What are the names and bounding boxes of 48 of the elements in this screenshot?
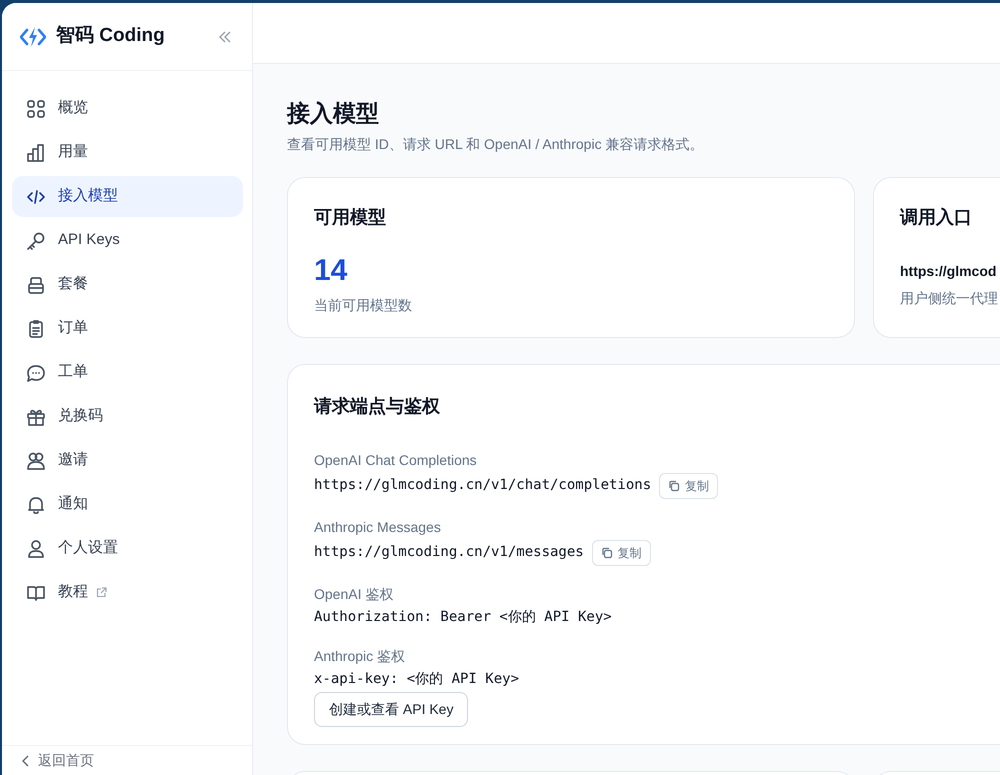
sidebar-item[interactable]: 工单	[12, 352, 243, 393]
sidebar-item[interactable]: 教程	[12, 572, 243, 613]
back-home-link[interactable]: 返回首页	[38, 750, 94, 771]
page-subtitle: 查看可用模型 ID、请求 URL 和 OpenAI / Anthropic 兼容请求格式。	[287, 134, 704, 154]
api-key-button[interactable]: 创建或查看 API Key	[314, 692, 468, 727]
logo-icon	[20, 26, 46, 48]
stat-value: 14	[314, 252, 348, 289]
chevron-left-icon	[22, 754, 30, 766]
chat-icon	[26, 362, 46, 382]
field-label: Anthropic 鉴权	[314, 646, 406, 666]
sidebar-item[interactable]: 套餐	[12, 264, 243, 305]
field-label: OpenAI Chat Completions	[314, 450, 478, 470]
copy-icon	[600, 546, 613, 559]
sidebar-item[interactable]: 兑换码	[12, 396, 243, 437]
sidebar-item[interactable]: API Keys	[12, 220, 243, 261]
key-icon	[26, 230, 46, 250]
sidebar-item[interactable]: 通知	[12, 484, 243, 525]
stat-caption: 当前可用模型数	[314, 296, 413, 315]
card-title: 可用模型	[314, 206, 387, 229]
sidebar-item[interactable]: 接入模型	[12, 176, 243, 217]
sidebar-item[interactable]: 用量	[12, 132, 243, 173]
endpoint-value: https://glmcoding.cn/v1/messages	[314, 543, 584, 562]
bell-icon	[26, 494, 46, 514]
copy-icon	[668, 480, 680, 492]
sidebar-item[interactable]: 概览	[12, 88, 243, 129]
page-title: 接入模型	[287, 100, 380, 128]
endpoint-value: Authorization: Bearer <你的 API Key>	[314, 608, 612, 627]
endpoint-value: x-api-key: <你的 API Key>	[314, 670, 520, 689]
stat-caption: 用户侧统一代理	[900, 288, 999, 308]
brand-name: 智码 Coding	[56, 24, 165, 48]
copy-button[interactable]: 复制	[659, 472, 718, 499]
field-label: OpenAI 鉴权	[314, 584, 394, 604]
sidebar-item[interactable]: 邀请	[12, 440, 243, 481]
card-title: 请求端点与鉴权	[314, 394, 441, 418]
stack-icon	[26, 274, 46, 294]
sidebar-item[interactable]: 订单	[12, 308, 243, 349]
endpoint-url: https://glmcod	[900, 262, 998, 281]
collapse-icon[interactable]	[218, 30, 232, 42]
grid-icon	[26, 98, 46, 118]
copy-button[interactable]: 复制	[592, 540, 651, 566]
bar-chart-icon	[26, 142, 46, 162]
endpoint-value: https://glmcoding.cn/v1/chat/completions	[314, 476, 652, 496]
card-title: 调用入口	[900, 206, 973, 229]
field-label: Anthropic Messages	[314, 518, 442, 537]
users-icon	[26, 450, 46, 470]
person-icon	[26, 538, 46, 558]
sidebar-item[interactable]: 个人设置	[12, 528, 243, 569]
clipboard-icon	[26, 318, 46, 338]
